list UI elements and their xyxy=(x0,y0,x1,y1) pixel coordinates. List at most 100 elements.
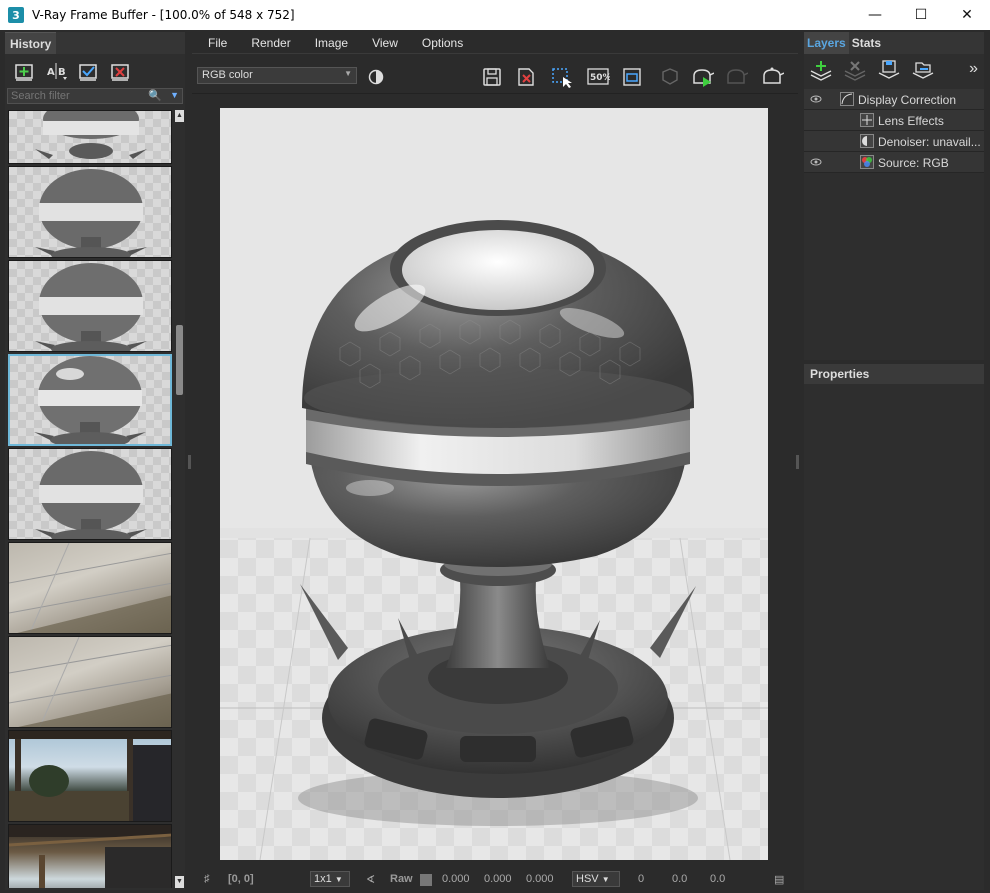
layer-label: Denoiser: unavail... xyxy=(878,135,981,149)
render-icon[interactable] xyxy=(760,66,784,88)
chevron-down-icon: ▼ xyxy=(334,875,343,884)
color-mode-value: HSV xyxy=(576,873,599,885)
window-controls: — ☐ ✕ xyxy=(852,0,990,30)
color-correction-icon[interactable] xyxy=(364,66,388,88)
source-icon xyxy=(860,155,874,169)
history-search: 🔍 ▼ xyxy=(7,88,183,104)
chevron-down-icon: ▼ xyxy=(601,875,610,884)
history-scrollbar[interactable]: ▲ ▼ xyxy=(175,110,184,888)
render-image[interactable] xyxy=(220,108,768,860)
scrollbar-thumb[interactable] xyxy=(176,325,183,395)
remove-icon[interactable] xyxy=(107,59,133,83)
left-splitter-handle[interactable] xyxy=(188,455,191,469)
load-layers-icon[interactable] xyxy=(910,59,936,84)
follow-mouse-icon[interactable] xyxy=(620,66,644,88)
history-thumbnail[interactable] xyxy=(8,824,172,888)
channel-select-value: RGB color xyxy=(202,69,253,81)
history-thumbnail[interactable] xyxy=(8,636,172,728)
menu-image[interactable]: Image xyxy=(315,36,348,50)
history-thumbnail-selected[interactable] xyxy=(8,354,172,446)
tab-history[interactable]: History xyxy=(5,32,57,54)
load-icon[interactable] xyxy=(75,59,101,83)
frame-buffer-main: File Render Image View Options RGB color… xyxy=(192,32,798,890)
menu-file[interactable]: File xyxy=(208,36,227,50)
color-picker-icon[interactable]: ∢ xyxy=(366,873,375,886)
zoom-badge-text: 50% xyxy=(590,73,610,83)
layers-list: Display Correction Lens Effects Denoiser… xyxy=(804,89,984,173)
layers-tabbar: Layers Stats xyxy=(804,32,984,54)
eye-icon[interactable] xyxy=(810,156,822,168)
scroll-up-icon[interactable]: ▲ xyxy=(175,110,184,122)
layer-denoiser[interactable]: Denoiser: unavail... xyxy=(804,131,984,152)
eye-icon[interactable] xyxy=(810,93,822,105)
menu-options[interactable]: Options xyxy=(422,36,463,50)
title-bar: 3 V-Ray Frame Buffer - [100.0% of 548 x … xyxy=(0,0,990,30)
render-interactive-icon[interactable] xyxy=(690,66,714,88)
color-mode-select[interactable]: HSV ▼ xyxy=(572,871,620,887)
history-thumbnail[interactable] xyxy=(8,542,172,634)
tab-stats[interactable]: Stats xyxy=(849,32,884,54)
menu-render[interactable]: Render xyxy=(251,36,290,50)
history-thumbnail[interactable] xyxy=(8,448,172,540)
s-value: 0.0 xyxy=(672,873,688,885)
minimize-button[interactable]: — xyxy=(852,0,898,30)
zoom-50-icon[interactable]: 50% xyxy=(586,66,610,88)
layer-label: Lens Effects xyxy=(878,114,944,128)
b-value: 0.000 xyxy=(526,873,554,885)
curve-icon xyxy=(840,92,854,106)
close-button[interactable]: ✕ xyxy=(944,0,990,30)
history-thumbnail[interactable] xyxy=(8,110,172,164)
render-disabled-icon[interactable] xyxy=(724,66,748,88)
svg-text:B: B xyxy=(58,67,66,78)
save-to-history-icon[interactable] xyxy=(11,59,37,83)
layer-label: Display Correction xyxy=(858,93,957,107)
region-render-icon[interactable] xyxy=(550,66,574,88)
render-toolbar: RGB color ▼ 50% xyxy=(192,54,798,94)
denoiser-icon xyxy=(860,134,874,148)
search-filter-input[interactable] xyxy=(8,90,148,102)
layer-source-rgb[interactable]: Source: RGB xyxy=(804,152,984,173)
v-value: 0.0 xyxy=(710,873,726,885)
properties-header: Properties xyxy=(804,364,984,384)
layer-lens-effects[interactable]: Lens Effects xyxy=(804,110,984,131)
zoom-select[interactable]: 1x1 ▼ xyxy=(310,871,350,887)
h-value: 0 xyxy=(638,873,645,885)
save-layers-icon[interactable] xyxy=(876,59,902,84)
channel-select[interactable]: RGB color ▼ xyxy=(197,67,357,84)
save-image-icon[interactable] xyxy=(480,66,504,88)
clear-image-icon[interactable] xyxy=(514,66,538,88)
right-splitter-handle[interactable] xyxy=(796,455,799,469)
history-thumbnail[interactable] xyxy=(8,260,172,352)
history-tabbar: History xyxy=(5,32,185,54)
search-icon[interactable]: 🔍 xyxy=(148,89,162,102)
vray-app-icon: 3 xyxy=(8,7,24,23)
raw-label: Raw xyxy=(390,873,413,885)
status-bar: ♯ [0, 0] 1x1 ▼ ∢ Raw 0.000 0.000 0.000 H… xyxy=(192,870,798,890)
pin-icon[interactable]: ♯ xyxy=(204,873,210,885)
chevron-down-icon[interactable]: ▼ xyxy=(170,90,179,100)
history-thumbnail[interactable] xyxy=(8,166,172,258)
ab-compare-icon[interactable]: AB xyxy=(43,59,69,83)
add-layer-icon[interactable] xyxy=(808,59,834,84)
track-mouse-icon[interactable] xyxy=(658,66,682,88)
scroll-down-icon[interactable]: ▼ xyxy=(175,876,184,888)
history-thumbnail[interactable] xyxy=(8,730,172,822)
raw-checkbox[interactable] xyxy=(420,874,432,886)
r-value: 0.000 xyxy=(442,873,470,885)
history-toolbar: AB xyxy=(5,54,185,88)
layers-panel: Layers Stats » Display Correction Lens E… xyxy=(804,32,984,890)
expand-panel-icon[interactable]: » xyxy=(969,60,978,78)
layer-display-correction[interactable]: Display Correction xyxy=(804,89,984,110)
maximize-button[interactable]: ☐ xyxy=(898,0,944,30)
console-icon[interactable]: ▤ xyxy=(774,873,784,886)
layers-toolbar: » xyxy=(804,54,984,88)
menu-bar: File Render Image View Options xyxy=(192,32,798,54)
zoom-select-value: 1x1 xyxy=(314,873,332,885)
window-title: V-Ray Frame Buffer - [100.0% of 548 x 75… xyxy=(32,8,295,22)
pixel-coords: [0, 0] xyxy=(228,873,254,885)
delete-layer-icon[interactable] xyxy=(842,59,868,84)
chevron-down-icon: ▼ xyxy=(344,69,352,78)
tab-layers[interactable]: Layers xyxy=(804,32,849,54)
history-thumbnails xyxy=(8,110,172,888)
menu-view[interactable]: View xyxy=(372,36,398,50)
